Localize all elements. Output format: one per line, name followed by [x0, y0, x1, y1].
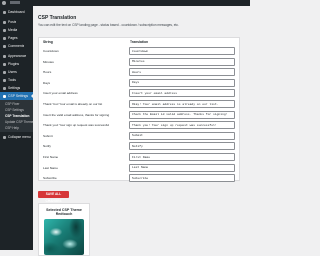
sidebar-item-pages[interactable]: Pages	[0, 34, 33, 42]
translation-input[interactable]	[129, 142, 235, 151]
plugin-icon	[3, 62, 6, 66]
sidebar-item-label: CSP Settings	[8, 94, 29, 98]
translation-input[interactable]	[129, 78, 235, 87]
submenu-item-csp-help[interactable]: CSP Help	[0, 125, 33, 131]
sidebar-item-label: Plugins	[8, 62, 20, 66]
translation-input[interactable]	[129, 47, 235, 55]
sidebar-item-settings[interactable]: Settings	[0, 84, 33, 92]
translation-table: String Translation Countdown Minutes Hours…	[38, 37, 240, 184]
page-title: CSP Translation	[38, 15, 77, 21]
admin-sidebar: Dashboard Posts Media Pages Comments Appearan…	[0, 6, 33, 250]
table-row: Hours	[39, 67, 239, 78]
page-icon	[3, 36, 6, 40]
table-row: Insert your email address	[39, 88, 239, 99]
table-row: Last Name	[39, 163, 239, 174]
sidebar-item-label: Tools	[8, 78, 16, 82]
settings-icon	[3, 86, 6, 90]
source-string: Countdown	[43, 49, 59, 53]
sidebar-item-users[interactable]: Users	[0, 68, 33, 76]
sidebar-item-label: Posts	[8, 20, 17, 24]
source-string: Days	[43, 80, 51, 85]
comment-icon	[3, 44, 6, 48]
table-row: Insert the valid email address, thanks f…	[39, 110, 239, 121]
source-string: Subscribe	[43, 176, 57, 181]
translation-input[interactable]	[129, 153, 235, 161]
sidebar-item-media[interactable]: Media	[0, 26, 33, 34]
sidebar-item-label: Pages	[8, 36, 18, 40]
source-string: Hours	[43, 70, 52, 75]
collapse-menu-button[interactable]: Collapse menu	[0, 133, 33, 141]
table-row: Notify	[39, 141, 239, 152]
wrench-icon	[3, 78, 6, 82]
table-row: Days	[39, 78, 239, 89]
sidebar-item-label: Users	[8, 70, 17, 74]
save-all-changes-button[interactable]: SAVE ALL CHANGES	[38, 191, 69, 203]
shield-icon	[3, 94, 6, 98]
source-string: Notify	[43, 144, 51, 149]
brush-icon	[3, 54, 6, 58]
translation-input[interactable]	[129, 57, 235, 66]
dashboard-icon	[3, 10, 6, 14]
csp-submenu: CSP Fixer CSP Settings CSP Translation U…	[0, 100, 33, 132]
sidebar-item-label: Settings	[8, 86, 21, 90]
table-row: Countdown	[39, 46, 239, 57]
translation-input[interactable]	[129, 121, 235, 130]
sidebar-item-appearance[interactable]: Appearance	[0, 52, 33, 60]
notifications-icon[interactable]	[10, 1, 20, 4]
translation-input[interactable]	[129, 174, 235, 183]
table-row: First Name	[39, 152, 239, 163]
users-icon	[3, 70, 6, 74]
translation-input[interactable]	[129, 163, 235, 172]
source-string: Thank You! Your email is already on our …	[43, 102, 103, 106]
source-string: Thank you! Your sign up request was succ…	[43, 123, 110, 128]
sidebar-item-posts[interactable]: Posts	[0, 18, 33, 26]
sidebar-item-plugins[interactable]: Plugins	[0, 60, 33, 68]
translation-input[interactable]	[129, 131, 235, 140]
translation-input[interactable]	[129, 89, 235, 98]
source-string: Minutes	[43, 59, 54, 64]
table-row: Subscribe	[39, 173, 239, 184]
selected-theme-title: Selected CSP Theme Redtouch	[46, 208, 82, 217]
source-string: Submit	[43, 133, 53, 138]
sidebar-item-csp-settings[interactable]: CSP Settings	[0, 92, 33, 100]
selected-theme-card: Selected CSP Theme Redtouch	[38, 203, 90, 256]
source-string: Last Name	[43, 165, 58, 170]
table-row: Thank You! Your email is already on our …	[39, 99, 239, 110]
collapse-label: Collapse menu	[8, 135, 31, 139]
translation-input[interactable]	[129, 100, 235, 108]
table-row: Minutes	[39, 57, 239, 68]
source-string: Insert your email address	[43, 91, 78, 96]
table-row: Submit	[39, 131, 239, 142]
sidebar-item-comments[interactable]: Comments	[0, 42, 33, 50]
source-string: Insert the valid email address, thanks f…	[43, 112, 110, 117]
translation-input[interactable]	[129, 110, 235, 119]
sidebar-item-dashboard[interactable]: Dashboard	[0, 8, 33, 16]
pin-icon	[3, 20, 6, 24]
sidebar-item-tools[interactable]: Tools	[0, 76, 33, 84]
translation-input[interactable]	[129, 68, 235, 77]
source-string: First Name	[43, 155, 59, 159]
sidebar-item-label: Comments	[8, 44, 25, 48]
sidebar-item-label: Dashboard	[8, 10, 25, 14]
main-content: CSP Translation You can edit the text on…	[33, 6, 250, 256]
table-row: Thank you! Your sign up request was succ…	[39, 120, 239, 131]
wordpress-logo-icon[interactable]	[2, 1, 6, 5]
column-header-string: String	[43, 40, 53, 44]
column-header-translation: Translation	[130, 40, 149, 44]
media-icon	[3, 28, 6, 32]
sidebar-item-label: Appearance	[8, 54, 27, 58]
collapse-icon	[3, 135, 6, 139]
page-description: You can edit the text on CSP landing pag…	[38, 23, 179, 27]
sidebar-item-label: Media	[8, 28, 18, 32]
